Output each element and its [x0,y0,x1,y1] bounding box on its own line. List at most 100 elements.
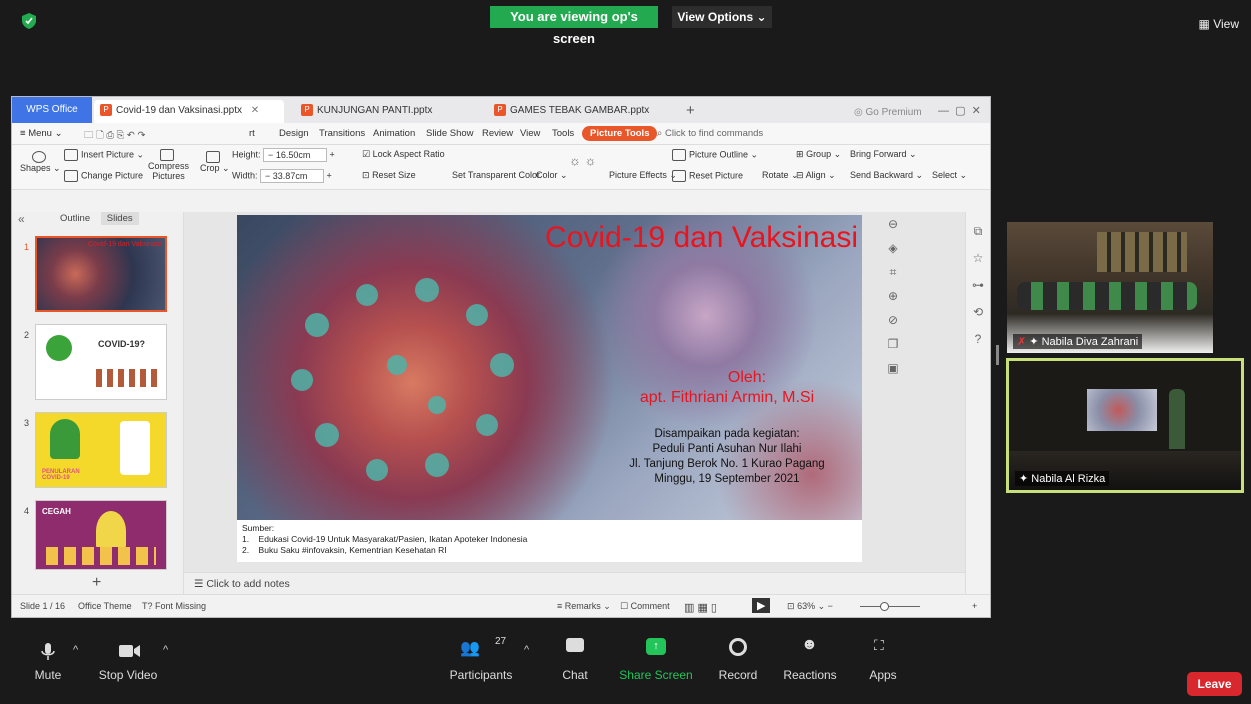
menu-item-design[interactable]: Design [279,128,309,139]
view-mode-icons[interactable]: ▥ ▦ ▯ [684,601,717,614]
command-search[interactable]: ⌕ Click to find commands [657,128,763,139]
pane-icon-3[interactable]: ⊶ [966,272,990,299]
send-backward-button[interactable]: Send Backward ⌄ [850,170,923,181]
copy-icon[interactable]: ❐ [882,332,904,356]
width-value: 33.87cm [272,171,308,181]
virus-image [291,278,514,481]
stop-video-button[interactable]: Stop Video [83,645,173,682]
chat-button[interactable]: Chat [530,638,620,682]
stop-video-label: Stop Video [98,668,158,682]
comment-button[interactable]: ☐ Comment [620,601,670,612]
crop-button[interactable]: Crop ⌄ [200,151,230,174]
collapse-icon[interactable]: ⊖ [882,212,904,236]
picture-outline-button[interactable]: Picture Outline ⌄ [672,149,758,161]
participant-video-1[interactable]: ✗ ✦ Nabila Diva Zahrani [1007,222,1213,353]
lock-aspect-checkbox[interactable]: ☑ Lock Aspect Ratio [362,149,445,160]
remarks-button[interactable]: ≡ Remarks ⌄ [557,601,611,612]
brightness-contrast-icons[interactable]: ☼ ☼ [569,153,596,168]
slide-number: 1 [24,242,30,252]
picture-effects-button[interactable]: Picture Effects ⌄ [609,170,677,181]
history-icon[interactable]: ⟲ [966,299,990,326]
slide-sources[interactable]: Sumber: 1. Edukasi Covid-19 Untuk Masyar… [237,520,862,562]
share-screen-button[interactable]: ↑ Share Screen [611,638,701,682]
reset-size-button[interactable]: ⊡ Reset Size [362,170,416,181]
zoom-control[interactable]: ⊡ 63% ⌄ − [787,601,833,612]
slide-thumbnail-3[interactable]: PENULARAN COVID-19 [35,412,167,488]
shapes-button[interactable]: Shapes ⌄ [20,151,61,174]
participant-video-2-active[interactable]: ✦ Nabila Al Rizka [1006,358,1244,493]
slide-thumbnail-1[interactable]: Covid-19 dan Vaksinasi [35,236,167,312]
tab-kunjungan-panti[interactable]: P KUNJUNGAN PANTI.pptx [295,100,455,123]
menu-item-review[interactable]: Review [482,128,513,139]
quick-access-icons[interactable]: 🗀 🗋 ⎙ ⎘ ↶ ↷ [84,128,145,144]
slide-thumbnail-2[interactable]: COVID-19? [35,324,167,400]
crop-icon[interactable]: ⌗ [882,260,904,284]
height-input[interactable]: − 16.50cm [263,148,328,162]
zoom-slider[interactable] [860,606,920,607]
select-button[interactable]: Select ⌄ [932,170,967,181]
outline-icon [672,149,686,161]
menu-item-view[interactable]: View [520,128,540,139]
tab-covid-presentation[interactable]: P Covid-19 dan Vaksinasi.pptx ✕ [94,100,284,123]
zoom-in-button[interactable]: + [972,601,977,611]
group-icon: ⊞ [796,149,804,159]
color-button[interactable]: Color ⌄ [536,170,568,181]
menu-item-picture-tools[interactable]: Picture Tools [582,126,658,141]
help-icon[interactable]: ? [966,326,990,353]
zoom-slider-handle[interactable] [880,602,889,611]
set-transparent-color-button[interactable]: Set Transparent Color [452,170,540,180]
view-options-button[interactable]: View Options ⌄ [672,6,772,28]
zoom-in-icon[interactable]: ⊕ [882,284,904,308]
edit-icon[interactable]: ⊘ [882,308,904,332]
menu-item-tools[interactable]: Tools [552,128,574,139]
tab-slides[interactable]: Slides [100,212,139,225]
slide-title[interactable]: Covid-19 dan Vaksinasi [545,221,858,255]
layers-icon[interactable]: ◈ [882,236,904,260]
tab-outline[interactable]: Outline [60,213,90,224]
rotate-button[interactable]: Rotate ⌄ [762,170,799,181]
participant-name-tag: ✗ ✦ Nabila Diva Zahrani [1013,334,1143,349]
menu-button[interactable]: ≡ Menu ⌄ [20,128,63,139]
participants-button[interactable]: 👥 27 Participants [436,636,526,682]
menu-item-slideshow[interactable]: Slide Show [426,128,474,139]
chevron-up-icon[interactable]: ^ [524,644,529,656]
chevron-up-icon[interactable]: ^ [73,644,78,656]
bring-forward-button[interactable]: Bring Forward ⌄ [850,149,917,160]
change-picture-button[interactable]: Change Picture [64,170,143,182]
play-slideshow-button[interactable]: ▶ [752,598,771,613]
microphone-icon [41,643,55,660]
chevron-up-icon[interactable]: ^ [163,644,168,656]
mute-button[interactable]: Mute [3,643,93,682]
tab-wps-office[interactable]: WPS Office [12,97,92,123]
compress-pictures-button[interactable]: Compress Pictures [148,149,189,181]
window-controls[interactable]: — ▢ ✕ [932,100,981,123]
tile-resize-handle[interactable] [996,345,999,365]
source-item: 2. Buku Saku #infovaksin, Kementrian Kes… [242,545,857,556]
add-notes-area[interactable]: ☰ Click to add notes [184,572,970,594]
slide-oleh: Oleh: [727,369,767,386]
group-button[interactable]: ⊞ Group ⌄ [796,149,841,160]
slide-thumbnail-4[interactable]: CEGAH [35,500,167,570]
slide-1[interactable]: Covid-19 dan Vaksinasi Oleh: apt. Fithri… [237,215,862,520]
leave-button[interactable]: Leave [1187,672,1242,696]
reset-picture-button[interactable]: Reset Picture [672,170,743,182]
menu-item-transitions[interactable]: Transitions [319,128,365,139]
width-input[interactable]: − 33.87cm [260,169,325,183]
pane-icon-2[interactable]: ☆ [966,245,990,272]
go-premium-button[interactable]: ◎ Go Premium [848,102,922,125]
tab-games-tebak-gambar[interactable]: P GAMES TEBAK GAMBAR.pptx [488,100,658,123]
font-missing-button[interactable]: T? Font Missing [142,601,206,611]
apps-button[interactable]: ⛶ Apps [838,637,928,682]
align-button[interactable]: ⊟ Align ⌄ [796,170,836,181]
add-slide-button[interactable]: + [92,574,101,592]
new-tab-button[interactable]: + [680,100,695,123]
menu-item-animation[interactable]: Animation [373,128,415,139]
image-tools-icon[interactable]: ▣ [882,356,904,380]
shield-icon[interactable] [22,13,36,29]
pane-icon-1[interactable]: ⧉ [966,218,990,245]
menu-item-home[interactable]: rt [249,128,255,139]
insert-picture-button[interactable]: Insert Picture ⌄ [64,149,144,161]
collapse-panel-icon[interactable]: « [18,212,25,226]
view-button[interactable]: ▦ View [1199,17,1239,31]
close-icon[interactable]: ✕ [251,105,259,116]
